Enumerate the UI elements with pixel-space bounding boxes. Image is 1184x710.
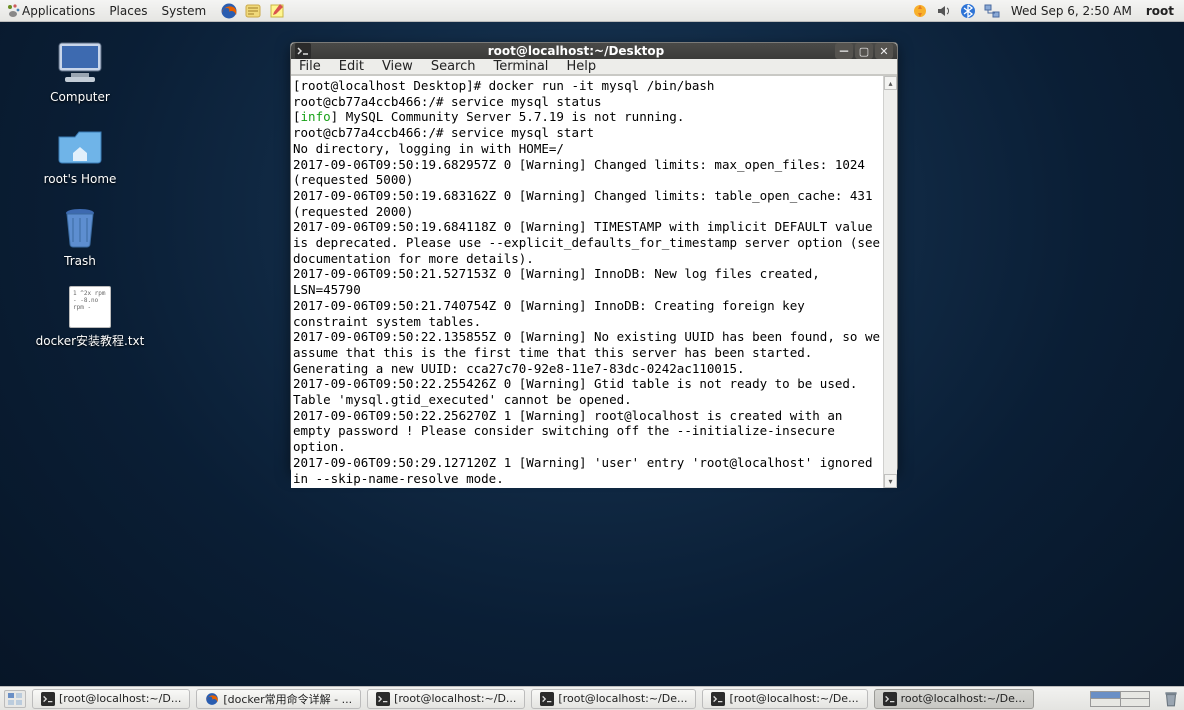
taskbar-task[interactable]: [root@localhost:~/De... bbox=[531, 689, 696, 709]
bottom-panel: [root@localhost:~/D... [docker常用命令详解 - ..… bbox=[0, 686, 1184, 710]
firefox-icon[interactable] bbox=[220, 2, 238, 20]
terminal-scrollbar[interactable]: ▴ ▾ bbox=[883, 76, 897, 488]
menu-help[interactable]: Help bbox=[566, 59, 596, 74]
network-icon[interactable] bbox=[983, 2, 1001, 20]
show-desktop-button[interactable] bbox=[4, 690, 26, 708]
workspace-4[interactable] bbox=[1121, 699, 1150, 706]
taskbar-task-label: [root@localhost:~/De... bbox=[729, 692, 858, 705]
menu-applications[interactable]: Applications bbox=[22, 4, 95, 18]
workspace-3[interactable] bbox=[1091, 699, 1120, 706]
terminal-icon bbox=[376, 692, 390, 706]
clock[interactable]: Wed Sep 6, 2:50 AM bbox=[1011, 4, 1132, 18]
taskbar-task-label: [root@localhost:~/D... bbox=[59, 692, 181, 705]
window-close-button[interactable]: ✕ bbox=[875, 43, 893, 59]
terminal-output[interactable]: [root@localhost Desktop]# docker run -it… bbox=[291, 76, 883, 488]
help-icon[interactable] bbox=[244, 2, 262, 20]
menu-places[interactable]: Places bbox=[109, 4, 147, 18]
taskbar-task[interactable]: root@localhost:~/De... bbox=[874, 689, 1035, 709]
workspace-1[interactable] bbox=[1091, 692, 1120, 699]
bluetooth-icon[interactable] bbox=[959, 2, 977, 20]
window-maximize-button[interactable]: ▢ bbox=[855, 43, 873, 59]
menu-system[interactable]: System bbox=[161, 4, 206, 18]
taskbar-task-label: root@localhost:~/De... bbox=[901, 692, 1026, 705]
desktop-icon-home[interactable]: root's Home bbox=[20, 122, 140, 186]
desktop-icon-label: Trash bbox=[20, 254, 140, 268]
desktop-icon-label: docker安装教程.txt bbox=[20, 332, 160, 349]
terminal-menubar: File Edit View Search Terminal Help bbox=[291, 59, 897, 75]
desktop-icon-label: root's Home bbox=[20, 172, 140, 186]
terminal-icon bbox=[540, 692, 554, 706]
terminal-icon bbox=[711, 692, 725, 706]
menu-file[interactable]: File bbox=[299, 59, 321, 74]
taskbar-task[interactable]: [root@localhost:~/D... bbox=[367, 689, 525, 709]
workspace-2[interactable] bbox=[1121, 692, 1150, 699]
desktop-icons: Computer root's Home Trash 1 ^2x rpm - -… bbox=[20, 40, 180, 367]
scroll-up-button[interactable]: ▴ bbox=[884, 76, 897, 90]
desktop-icon-label: Computer bbox=[20, 90, 140, 104]
terminal-icon bbox=[883, 692, 897, 706]
panel-trash-icon[interactable] bbox=[1162, 690, 1180, 708]
volume-icon[interactable] bbox=[935, 2, 953, 20]
notes-icon[interactable] bbox=[268, 2, 286, 20]
text-file-icon: 1 ^2x rpm - -8.no rpm - bbox=[69, 286, 111, 328]
firefox-icon bbox=[205, 692, 219, 706]
desktop-icon-trash[interactable]: Trash bbox=[20, 204, 140, 268]
menu-view[interactable]: View bbox=[382, 59, 413, 74]
monitor-icon bbox=[52, 40, 108, 86]
window-minimize-button[interactable]: － bbox=[835, 43, 853, 59]
terminal-icon bbox=[295, 43, 311, 59]
desktop-icon-computer[interactable]: Computer bbox=[20, 40, 140, 104]
terminal-icon bbox=[41, 692, 55, 706]
taskbar-task[interactable]: [root@localhost:~/D... bbox=[32, 689, 190, 709]
taskbar-task[interactable]: [root@localhost:~/De... bbox=[702, 689, 867, 709]
menu-search[interactable]: Search bbox=[431, 59, 476, 74]
desktop-icon-docker-txt[interactable]: 1 ^2x rpm - -8.no rpm - docker安装教程.txt bbox=[20, 286, 160, 349]
user-menu[interactable]: root bbox=[1146, 4, 1174, 18]
scroll-down-button[interactable]: ▾ bbox=[884, 474, 897, 488]
workspace-switcher[interactable] bbox=[1090, 691, 1150, 707]
taskbar-task-label: [docker常用命令详解 - ... bbox=[223, 691, 352, 707]
terminal-window: root@localhost:~/Desktop － ▢ ✕ File Edit… bbox=[290, 42, 898, 472]
menu-edit[interactable]: Edit bbox=[339, 59, 364, 74]
gnome-foot-icon bbox=[6, 3, 22, 19]
top-panel: Applications Places System Wed Sep 6, 2:… bbox=[0, 0, 1184, 22]
trash-icon bbox=[52, 204, 108, 250]
taskbar-task-label: [root@localhost:~/De... bbox=[558, 692, 687, 705]
window-titlebar[interactable]: root@localhost:~/Desktop － ▢ ✕ bbox=[291, 43, 897, 59]
folder-home-icon bbox=[52, 122, 108, 168]
taskbar-task[interactable]: [docker常用命令详解 - ... bbox=[196, 689, 361, 709]
updates-icon[interactable] bbox=[911, 2, 929, 20]
menu-terminal[interactable]: Terminal bbox=[493, 59, 548, 74]
window-title: root@localhost:~/Desktop bbox=[317, 44, 835, 58]
taskbar-task-label: [root@localhost:~/D... bbox=[394, 692, 516, 705]
